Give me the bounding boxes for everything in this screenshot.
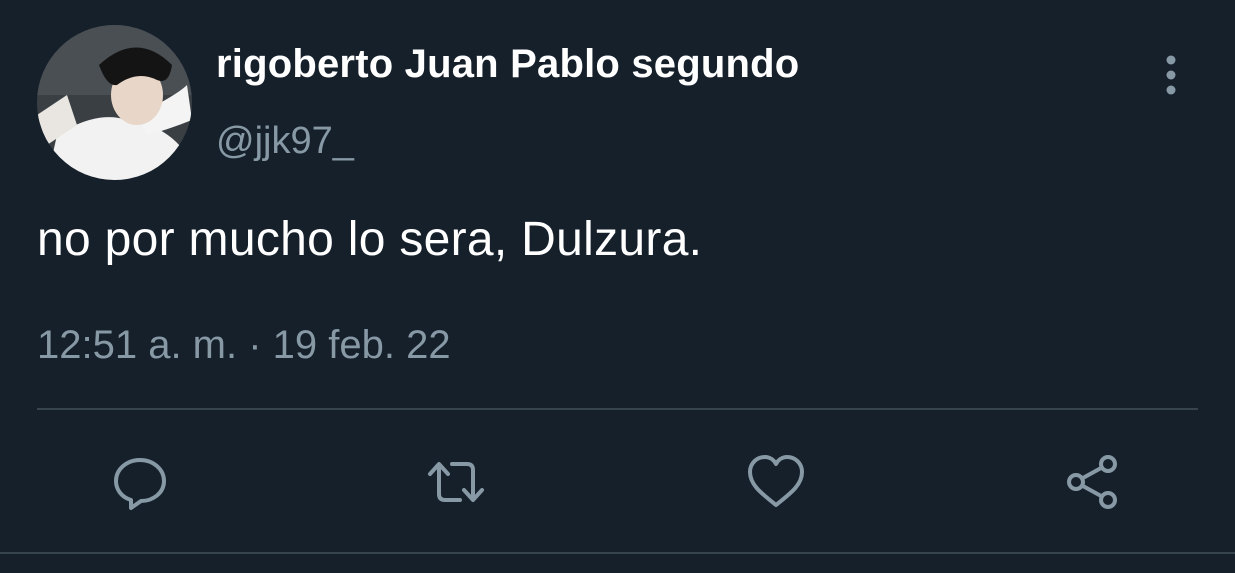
heart-icon <box>748 455 804 507</box>
tweet-text: no por mucho lo sera, Dulzura. <box>37 213 703 266</box>
reply-button[interactable] <box>108 450 172 514</box>
display-name[interactable]: rigoberto Juan Pablo segundo <box>216 42 799 87</box>
retweet-button[interactable] <box>424 450 488 514</box>
speech-bubble-icon <box>114 458 166 510</box>
bottom-divider <box>0 552 1235 554</box>
retweet-arrows-icon <box>428 462 484 502</box>
share-button[interactable] <box>1062 450 1126 514</box>
tweet-detail: rigoberto Juan Pablo segundo @jjk97_ no … <box>0 0 1235 573</box>
avatar[interactable] <box>37 25 192 180</box>
divider <box>37 408 1198 410</box>
user-handle[interactable]: @jjk97_ <box>216 120 354 163</box>
more-options-button[interactable] <box>1156 52 1186 98</box>
vertical-ellipsis-icon <box>1166 55 1176 95</box>
share-icon <box>1067 455 1117 509</box>
like-button[interactable] <box>744 450 808 514</box>
tweet-timestamp[interactable]: 12:51 a. m. · 19 feb. 22 <box>37 323 451 368</box>
